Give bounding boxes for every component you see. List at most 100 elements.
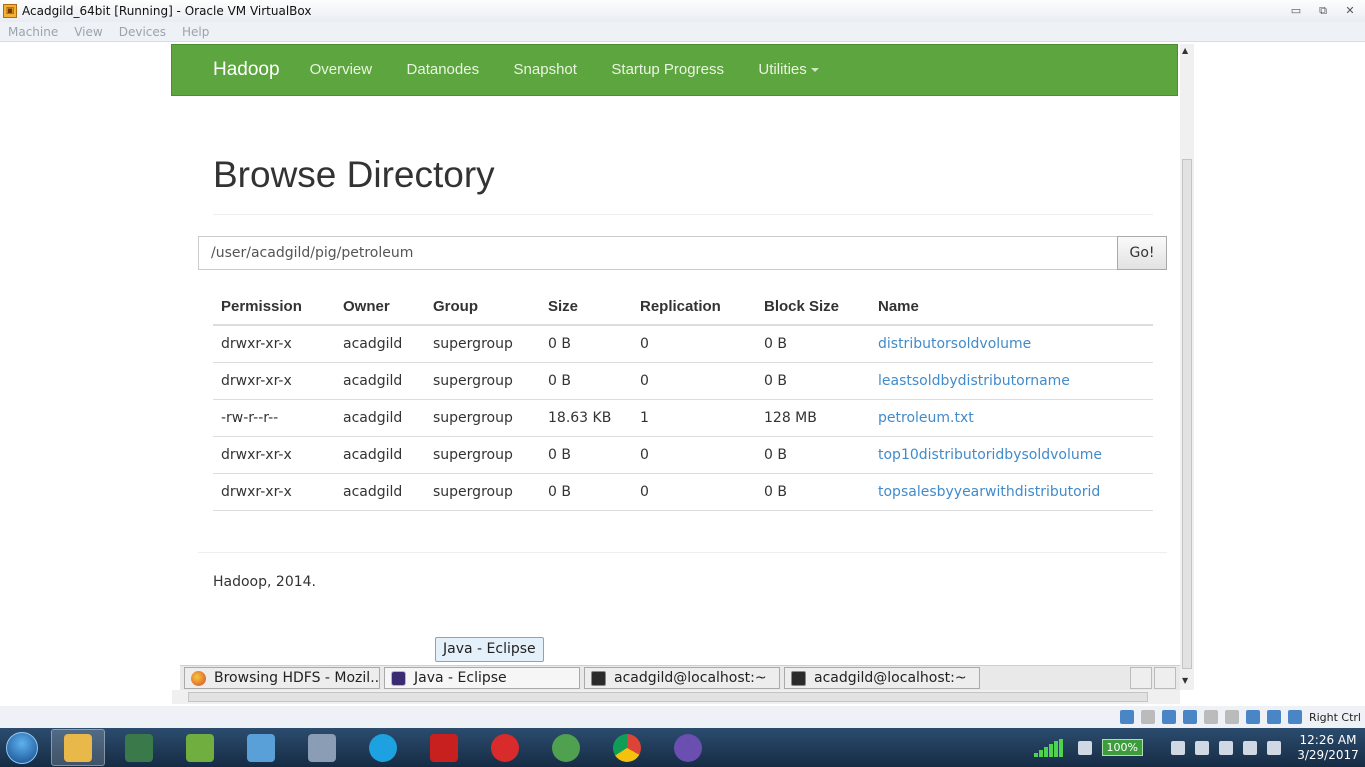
horizontal-scrollbar[interactable] [172, 690, 1180, 704]
cell-replication: 0 [632, 325, 756, 363]
file-link[interactable]: distributorsoldvolume [878, 336, 1031, 352]
taskbar-virtualbox[interactable] [295, 729, 349, 766]
eclipse-tooltip: Java - Eclipse [435, 637, 544, 662]
skype-icon [369, 733, 397, 762]
cell-block-size: 0 B [756, 436, 870, 474]
task-firefox[interactable]: Browsing HDFS - Mozil... [184, 667, 380, 689]
taskbar-sheets[interactable] [173, 729, 227, 766]
scroll-down-icon[interactable]: ▼ [1182, 676, 1188, 685]
nav-startup-progress[interactable]: Startup Progress [611, 61, 724, 78]
mouse-integration-icon[interactable] [1287, 710, 1302, 724]
cell-block-size: 0 B [756, 325, 870, 363]
cell-permission: drwxr-xr-x [213, 362, 335, 400]
guest-tray [1128, 667, 1176, 689]
task-label: acadgild@localhost:~ [614, 670, 767, 686]
task-manager-icon [125, 733, 153, 762]
firefox-icon[interactable] [1130, 667, 1152, 689]
eclipse-icon [391, 670, 406, 686]
audio-icon[interactable] [1161, 710, 1176, 724]
menu-devices[interactable]: Devices [111, 25, 174, 39]
cell-block-size: 0 B [756, 473, 870, 511]
notes-icon[interactable] [1154, 667, 1176, 689]
users-icon [247, 733, 275, 762]
optical-drive-icon[interactable] [1140, 710, 1155, 724]
flag-icon[interactable] [1243, 740, 1257, 755]
host-taskbar: 100% 12:26 AM 3/29/2017 [0, 728, 1365, 767]
windows-icon[interactable] [1195, 740, 1209, 755]
col-name[interactable]: Name [870, 288, 1153, 326]
cell-name: top10distributoridbysoldvolume [870, 436, 1153, 474]
file-link[interactable]: top10distributoridbysoldvolume [878, 447, 1102, 463]
taskbar-explorer[interactable] [51, 729, 105, 766]
taskbar-chrome[interactable] [600, 729, 654, 766]
col-owner[interactable]: Owner [335, 288, 425, 326]
cell-permission: drwxr-xr-x [213, 436, 335, 474]
restore-icon[interactable]: ⧉ [1311, 3, 1335, 19]
menu-help[interactable]: Help [174, 25, 217, 39]
nav-overview[interactable]: Overview [310, 61, 373, 78]
menu-view[interactable]: View [66, 25, 110, 39]
task-terminal-1[interactable]: acadgild@localhost:~ [584, 667, 780, 689]
nav-datanodes[interactable]: Datanodes [407, 61, 480, 78]
col-group[interactable]: Group [425, 288, 540, 326]
path-input[interactable] [198, 236, 1117, 270]
cell-owner: acadgild [335, 436, 425, 474]
nav-utilities[interactable]: Utilities [758, 61, 819, 78]
scroll-thumb[interactable] [188, 692, 1148, 702]
battery-indicator[interactable]: 100% [1101, 739, 1143, 756]
table-row: drwxr-xr-x acadgild supergroup 0 B 0 0 B… [213, 436, 1153, 474]
display-icon[interactable] [1245, 710, 1260, 724]
task-eclipse[interactable]: Java - Eclipse [384, 667, 580, 689]
clock[interactable]: 12:26 AM 3/29/2017 [1291, 733, 1365, 763]
menu-machine[interactable]: Machine [0, 25, 66, 39]
scroll-up-icon[interactable]: ▲ [1182, 46, 1188, 55]
cell-replication: 0 [632, 473, 756, 511]
start-button[interactable] [0, 728, 44, 767]
window-titlebar: ▣ Acadgild_64bit [Running] - Oracle VM V… [0, 0, 1365, 22]
cell-block-size: 128 MB [756, 399, 870, 437]
file-link[interactable]: leastsoldbydistributorname [878, 373, 1070, 389]
spreadsheet-icon [186, 733, 214, 762]
taskbar-network[interactable] [539, 729, 593, 766]
hard-disk-icon[interactable] [1119, 710, 1134, 724]
close-icon[interactable]: ✕ [1338, 3, 1362, 19]
virtualbox-icon [308, 733, 336, 762]
taskbar-acrobat[interactable] [417, 729, 471, 766]
tray-expand-icon[interactable] [1171, 740, 1185, 755]
antenna-icon[interactable] [1077, 740, 1092, 755]
cell-permission: drwxr-xr-x [213, 473, 335, 511]
table-row: drwxr-xr-x acadgild supergroup 0 B 0 0 B… [213, 362, 1153, 400]
usb-icon[interactable] [1203, 710, 1218, 724]
task-terminal-2[interactable]: acadgild@localhost:~ [784, 667, 980, 689]
col-replication[interactable]: Replication [632, 288, 756, 326]
taskbar-users[interactable] [234, 729, 288, 766]
taskbar-task-manager[interactable] [112, 729, 166, 766]
col-block-size[interactable]: Block Size [756, 288, 870, 326]
col-permission[interactable]: Permission [213, 288, 335, 326]
file-link[interactable]: topsalesbyyearwithdistributorid [878, 484, 1100, 500]
minimize-icon[interactable]: ▭ [1284, 3, 1308, 19]
taskbar-share[interactable] [478, 729, 532, 766]
shared-folder-icon[interactable] [1224, 710, 1239, 724]
scroll-thumb[interactable] [1182, 159, 1192, 669]
vm-menubar: Machine View Devices Help [0, 22, 1365, 42]
signal-strength-icon[interactable] [1033, 738, 1064, 757]
nav-snapshot[interactable]: Snapshot [514, 61, 577, 78]
col-size[interactable]: Size [540, 288, 632, 326]
cell-owner: acadgild [335, 399, 425, 437]
hadoop-brand[interactable]: Hadoop [213, 59, 280, 81]
cell-group: supergroup [425, 362, 540, 400]
cell-size: 18.63 KB [540, 399, 632, 437]
taskbar-app[interactable] [661, 729, 715, 766]
cell-group: supergroup [425, 325, 540, 363]
file-link[interactable]: petroleum.txt [878, 410, 974, 426]
terminal-icon [791, 670, 806, 686]
taskbar-skype[interactable] [356, 729, 410, 766]
vertical-scrollbar[interactable]: ▲ ▼ [1180, 44, 1194, 690]
network-icon[interactable] [1182, 710, 1197, 724]
wifi-icon[interactable] [1267, 740, 1281, 755]
volume-icon[interactable] [1219, 740, 1233, 755]
cell-block-size: 0 B [756, 362, 870, 400]
go-button[interactable]: Go! [1117, 236, 1167, 270]
capture-icon[interactable] [1266, 710, 1281, 724]
